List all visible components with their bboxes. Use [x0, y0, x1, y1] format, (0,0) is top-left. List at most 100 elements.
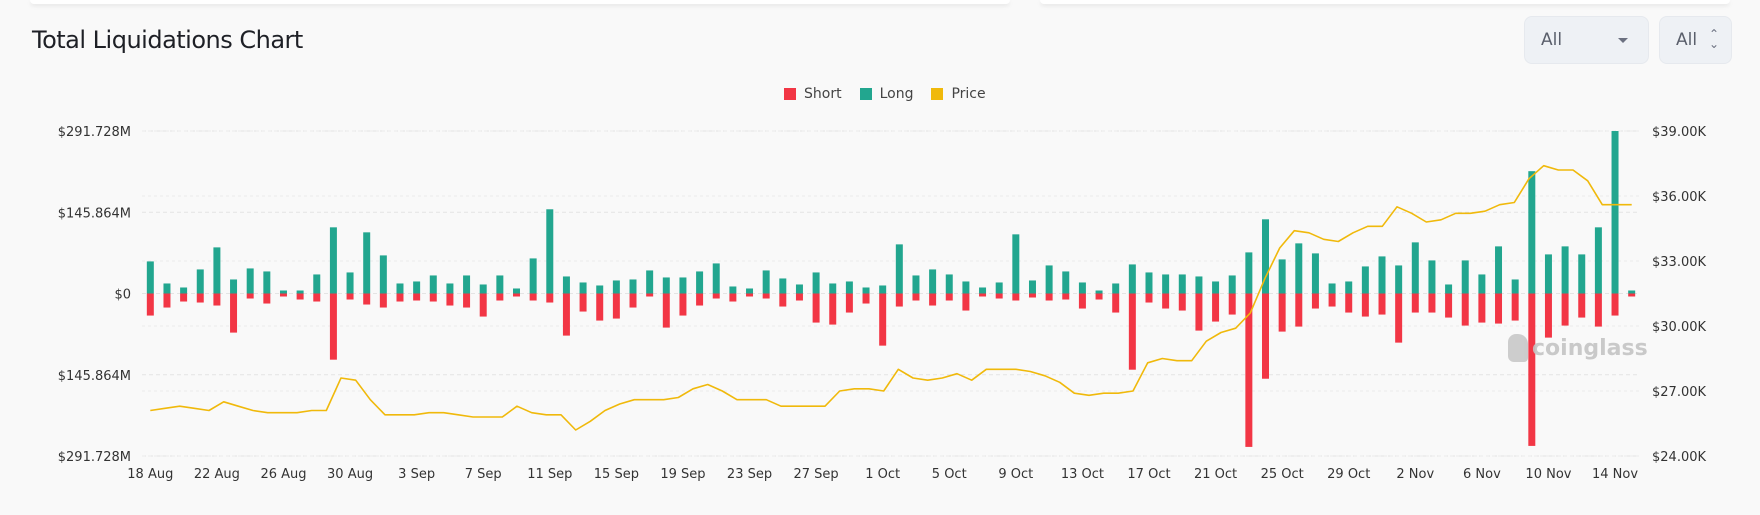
short-bar [1511, 293, 1519, 321]
long-bar [1328, 283, 1336, 294]
y-tick-label: $291.728M [58, 450, 131, 465]
long-bar [895, 244, 903, 294]
short-bar [845, 293, 853, 313]
long-bar [1062, 271, 1070, 294]
short-bar [1395, 293, 1403, 343]
long-bar [1162, 274, 1170, 294]
long-bar [1028, 280, 1036, 294]
long-bar [196, 269, 204, 294]
short-bar [629, 293, 637, 308]
short-bar [812, 293, 820, 323]
short-bar [180, 293, 188, 302]
long-bar [579, 282, 587, 294]
short-bar [246, 293, 254, 299]
y2-tick-label: $27.00K [1652, 385, 1706, 400]
long-bar [413, 281, 421, 294]
y-axis-right: $39.00K $36.00K $33.00K $30.00K $27.00K $24.0… [1652, 125, 1706, 465]
long-bar [929, 269, 937, 294]
long-bar [829, 283, 837, 294]
short-bar [1028, 293, 1036, 298]
short-bar [1162, 293, 1170, 309]
long-bar [1212, 281, 1220, 294]
short-bar [1228, 293, 1236, 315]
x-tick-label: 27 Sep [794, 467, 839, 482]
short-bar [479, 293, 487, 317]
short-bar [895, 293, 903, 307]
long-bar [246, 268, 254, 294]
long-bar [1511, 279, 1519, 294]
short-bar [1262, 293, 1269, 379]
x-tick-label: 21 Oct [1194, 467, 1237, 482]
long-bar [1228, 275, 1236, 294]
short-bar [1295, 293, 1303, 327]
long-bar [596, 285, 604, 294]
x-tick-label: 15 Sep [594, 467, 639, 482]
x-tick-label: 6 Nov [1463, 467, 1501, 482]
long-bar [529, 258, 537, 294]
short-bar [1445, 293, 1453, 318]
short-bar [413, 293, 421, 301]
long-bar [213, 247, 221, 294]
long-bar [1378, 256, 1386, 294]
long-bar [879, 285, 887, 294]
long-bar [1528, 171, 1536, 294]
long-bar [746, 288, 754, 294]
y2-tick-label: $39.00K [1652, 125, 1706, 140]
short-bar [496, 293, 504, 301]
long-bar [1428, 260, 1436, 294]
short-bar [1528, 293, 1536, 446]
short-bar [562, 293, 570, 336]
long-bar [912, 275, 920, 294]
short-bar [829, 293, 837, 325]
short-bar [795, 293, 803, 301]
short-bar [1212, 293, 1220, 322]
long-bar [1561, 246, 1569, 294]
long-bar [313, 274, 321, 294]
watermark-text: coinglass [1532, 335, 1648, 361]
long-bar [379, 255, 387, 294]
y-tick-label: $145.864M [58, 369, 131, 384]
long-bar [429, 275, 437, 294]
short-bar [1045, 293, 1053, 301]
long-bar [812, 272, 820, 294]
y-axis-left: $291.728M $145.864M $0 $145.864M $291.728M [58, 125, 131, 465]
long-bar [1295, 243, 1303, 294]
long-bar [729, 286, 737, 294]
short-bar [429, 293, 437, 302]
short-bar [446, 293, 454, 306]
long-bar [1095, 290, 1103, 294]
short-bar [1361, 293, 1369, 317]
long-bar [1461, 260, 1469, 294]
long-bar [1361, 266, 1369, 294]
long-bar [329, 227, 337, 294]
x-tick-label: 5 Oct [932, 467, 967, 482]
short-bar [296, 293, 304, 300]
short-bar [862, 293, 870, 304]
short-bar [696, 293, 704, 306]
long-bar [1112, 283, 1120, 294]
short-bar [263, 293, 271, 304]
short-bar [1428, 293, 1436, 313]
short-bar [1628, 293, 1636, 297]
short-bar [1012, 293, 1020, 301]
y-tick-label: $0 [114, 288, 131, 303]
short-bar [579, 293, 587, 312]
long-bar [1578, 254, 1586, 294]
x-tick-label: 29 Oct [1327, 467, 1370, 482]
long-bar [546, 209, 554, 294]
long-bar [945, 274, 953, 294]
y2-tick-label: $33.00K [1652, 255, 1706, 270]
coinglass-logo-icon [1508, 334, 1528, 362]
long-bar [180, 287, 188, 294]
short-bar [962, 293, 970, 311]
long-bar [629, 279, 637, 294]
short-bar [596, 293, 604, 321]
x-axis: 18 Aug 22 Aug 26 Aug 30 Aug 3 Sep 7 Sep 11 Sep… [127, 467, 1638, 482]
x-tick-label: 7 Sep [465, 467, 502, 482]
short-bar [313, 293, 321, 302]
short-bar [396, 293, 404, 302]
long-bar [1195, 276, 1203, 294]
long-bar [662, 277, 670, 294]
short-bar [646, 293, 654, 297]
long-bar [1128, 264, 1136, 294]
